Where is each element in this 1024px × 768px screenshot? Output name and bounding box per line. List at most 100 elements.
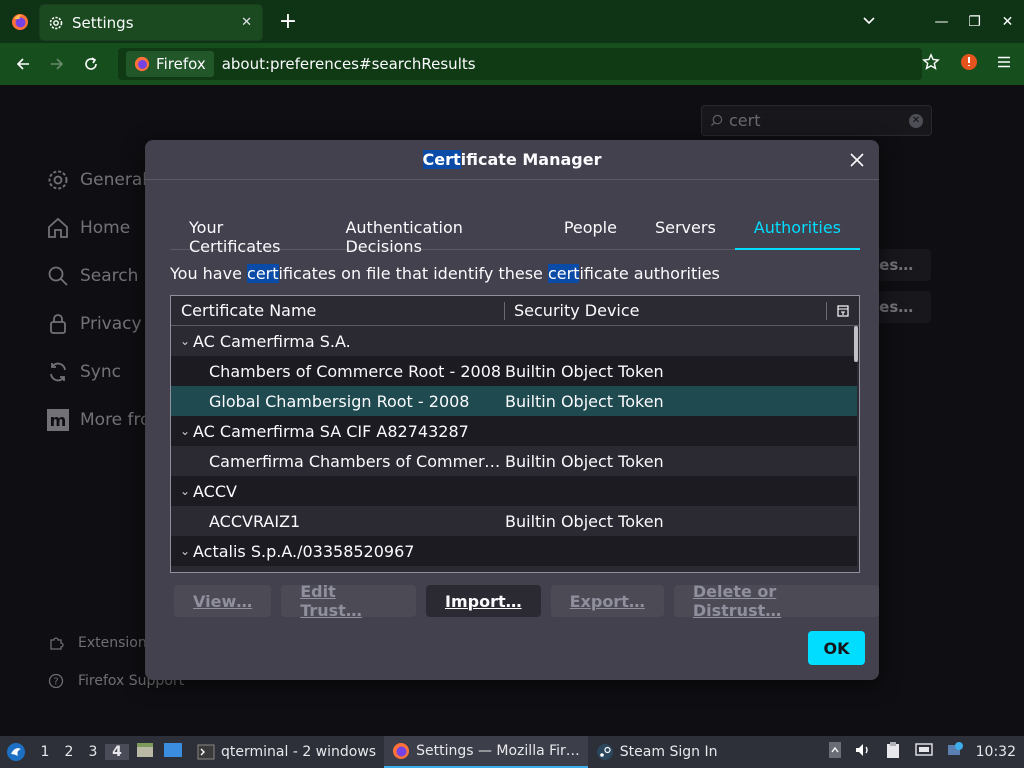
certificate-tree[interactable]: Certificate Name Security Device ⌄ AC Cam… bbox=[170, 295, 860, 573]
description-text: ificate authorities bbox=[579, 264, 720, 283]
show-desktop-icon[interactable] bbox=[163, 740, 183, 764]
task-label: Steam Sign In bbox=[619, 744, 718, 760]
menu-icon[interactable] bbox=[996, 54, 1012, 74]
new-tab-button[interactable]: + bbox=[268, 9, 308, 34]
ok-button[interactable]: OK bbox=[808, 631, 865, 665]
column-picker-icon[interactable] bbox=[827, 304, 859, 317]
desktop-3[interactable]: 3 bbox=[81, 744, 105, 760]
close-window-button[interactable]: ✕ bbox=[991, 14, 1024, 30]
certificate-name-cell: ACCV bbox=[193, 481, 237, 501]
tree-group-row[interactable]: ⌄ AC Camerfirma S.A. bbox=[171, 326, 857, 356]
task-steam[interactable]: Steam Sign In bbox=[588, 736, 726, 768]
reload-button[interactable] bbox=[74, 48, 108, 80]
clipboard-icon[interactable] bbox=[884, 741, 902, 763]
task-label: qterminal - 2 windows bbox=[221, 744, 377, 760]
certificate-name-cell: Chambers of Commerce Root - 2008 bbox=[209, 361, 502, 381]
volume-icon[interactable] bbox=[854, 741, 872, 763]
clock[interactable]: 10:32 bbox=[976, 744, 1016, 760]
delete-or-distrust-button[interactable]: Delete or Distrust… bbox=[673, 582, 879, 620]
taskbar: 1 2 3 4 qterminal - 2 windows Settings —… bbox=[0, 736, 1024, 768]
identity-box[interactable]: Firefox bbox=[126, 51, 214, 77]
forward-button[interactable] bbox=[40, 48, 74, 80]
file-manager-icon[interactable] bbox=[135, 740, 155, 764]
column-security-device[interactable]: Security Device bbox=[505, 301, 827, 320]
title-highlight: Cert bbox=[422, 150, 461, 169]
minimize-button[interactable]: — bbox=[925, 14, 958, 30]
tree-group-row[interactable]: ⌄ AC Camerfirma SA CIF A82743287 bbox=[171, 416, 857, 446]
certificate-actions: View… Edit Trust… Import… Export… Delete… bbox=[174, 582, 879, 620]
update-notifier-icon[interactable] bbox=[946, 741, 964, 763]
export-button[interactable]: Export… bbox=[550, 585, 664, 617]
certificate-name-cell: Global Chambersign Root - 2008 bbox=[209, 391, 470, 411]
system-tray: 10:32 bbox=[828, 741, 1024, 763]
security-device-cell: Builtin Object Token bbox=[505, 451, 664, 471]
gear-icon bbox=[49, 16, 63, 29]
description-highlight: cert bbox=[547, 264, 580, 283]
description-text: ificates on file that identify these bbox=[278, 264, 548, 283]
security-device-cell: Builtin Object Token bbox=[505, 361, 664, 381]
desktop-4[interactable]: 4 bbox=[105, 744, 129, 760]
tab-strip: Settings ✕ + — ❐ ✕ bbox=[0, 0, 1024, 43]
certificate-name-cell: AC Camerfirma SA CIF A82743287 bbox=[193, 421, 469, 441]
tree-scrollbar[interactable] bbox=[854, 326, 858, 362]
certificate-manager-dialog: Cert ificate Manager Your Certificates Au… bbox=[145, 140, 879, 680]
title-rest: ificate Manager bbox=[460, 150, 602, 169]
expand-chevron-icon[interactable]: ⌄ bbox=[171, 544, 193, 558]
certificate-name-cell: Camerfirma Chambers of Commerce… bbox=[209, 451, 505, 471]
tree-body: ⌄ AC Camerfirma S.A. Chambers of Commerce … bbox=[171, 326, 859, 566]
import-button[interactable]: Import… bbox=[426, 585, 541, 617]
reload-icon bbox=[85, 57, 97, 70]
url-text[interactable]: about:preferences#searchResults bbox=[222, 55, 914, 73]
tab-authorities[interactable]: Authorities bbox=[734, 206, 860, 250]
tree-group-row[interactable]: ⌄ ACCV bbox=[171, 476, 857, 506]
desktop-2[interactable]: 2 bbox=[57, 744, 81, 760]
security-device-cell: Builtin Object Token bbox=[505, 511, 664, 531]
tab-people[interactable]: People bbox=[545, 206, 636, 250]
close-tab-icon[interactable]: ✕ bbox=[241, 15, 252, 30]
expand-chevron-icon[interactable]: ⌄ bbox=[171, 334, 193, 348]
tab-your-certificates[interactable]: Your Certificates bbox=[170, 206, 326, 256]
firefox-view-icon[interactable] bbox=[0, 0, 40, 43]
back-button[interactable] bbox=[6, 48, 40, 80]
certificate-row[interactable]: Chambers of Commerce Root - 2008 Builtin … bbox=[171, 356, 857, 386]
edit-trust-button[interactable]: Edit Trust… bbox=[281, 582, 416, 620]
task-firefox[interactable]: Settings — Mozilla Fir… bbox=[384, 736, 588, 768]
bookmark-star-icon[interactable] bbox=[922, 53, 940, 75]
certificate-name-cell: ACCVRAIZ1 bbox=[209, 511, 301, 531]
expand-chevron-icon[interactable]: ⌄ bbox=[171, 424, 193, 438]
quicklaunch bbox=[129, 736, 189, 768]
firefox-logo-icon bbox=[393, 743, 410, 759]
column-certificate-name[interactable]: Certificate Name bbox=[171, 301, 505, 320]
dialog-title: Cert ificate Manager bbox=[145, 140, 879, 180]
extension-icon[interactable] bbox=[960, 53, 978, 75]
tab-settings[interactable]: Settings ✕ bbox=[40, 5, 262, 40]
network-icon[interactable] bbox=[914, 741, 934, 763]
tree-group-row[interactable]: ⌄ Actalis S.p.A./03358520967 bbox=[171, 536, 857, 566]
arrow-left-icon bbox=[16, 58, 29, 70]
steam-icon bbox=[596, 744, 613, 760]
close-icon[interactable] bbox=[847, 150, 867, 170]
tab-title: Settings bbox=[72, 13, 134, 32]
firefox-logo-icon bbox=[134, 56, 150, 72]
list-all-tabs-icon[interactable] bbox=[849, 13, 889, 31]
task-qterminal[interactable]: qterminal - 2 windows bbox=[189, 736, 384, 768]
certificate-row[interactable]: ACCVRAIZ1 Builtin Object Token bbox=[171, 506, 857, 536]
expand-chevron-icon[interactable]: ⌄ bbox=[171, 484, 193, 498]
desktop-1[interactable]: 1 bbox=[33, 744, 57, 760]
task-label: Settings — Mozilla Fir… bbox=[416, 743, 580, 759]
certificate-row[interactable]: Global Chambersign Root - 2008 Builtin Ob… bbox=[171, 386, 857, 416]
tab-servers[interactable]: Servers bbox=[636, 206, 735, 250]
restore-button[interactable]: ❐ bbox=[958, 14, 991, 30]
start-menu-icon[interactable] bbox=[0, 736, 32, 768]
certificate-name-cell: AC Camerfirma S.A. bbox=[193, 331, 351, 351]
certificate-row[interactable]: Camerfirma Chambers of Commerce… Builtin … bbox=[171, 446, 857, 476]
description-highlight: cert bbox=[247, 264, 279, 283]
url-bar[interactable]: Firefox about:preferences#searchResults bbox=[118, 48, 923, 80]
identity-label: Firefox bbox=[156, 55, 206, 73]
description-text: You have bbox=[170, 264, 248, 283]
tray-arrow-icon[interactable] bbox=[828, 741, 842, 763]
certificate-name-cell: Actalis S.p.A./03358520967 bbox=[193, 541, 415, 561]
terminal-icon bbox=[197, 744, 215, 760]
view-button[interactable]: View… bbox=[174, 585, 272, 617]
tab-authentication-decisions[interactable]: Authentication Decisions bbox=[326, 206, 544, 256]
